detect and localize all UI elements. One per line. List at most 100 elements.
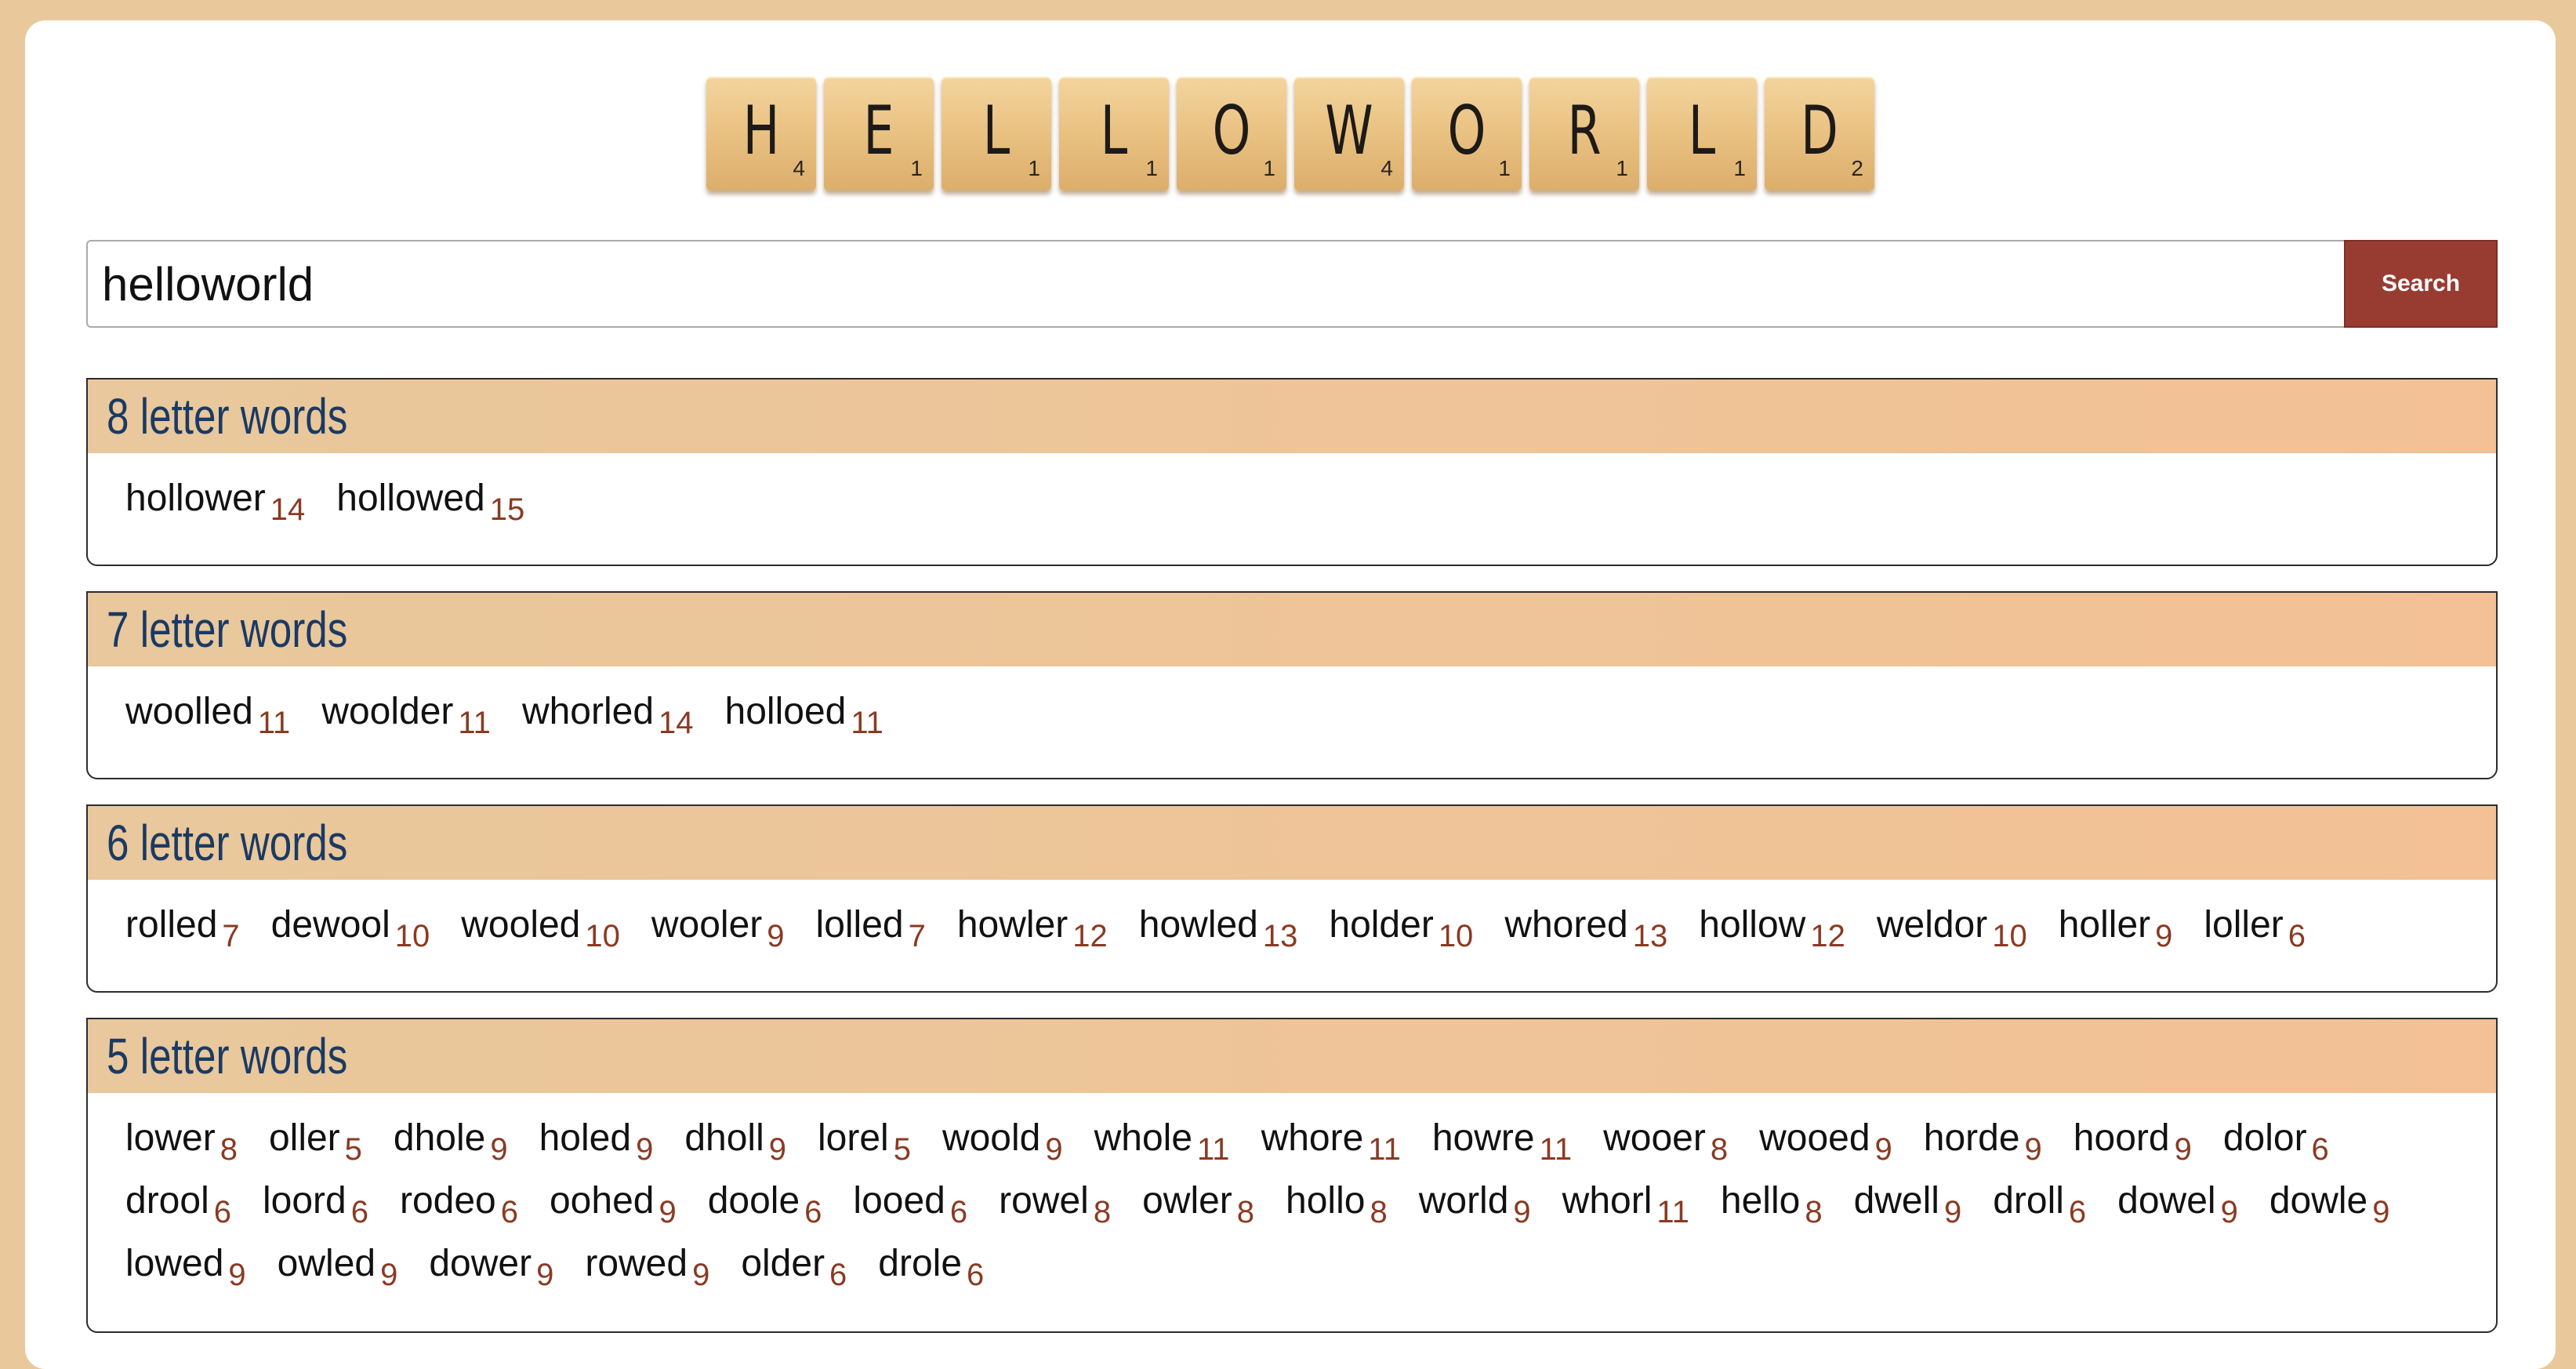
- word-item[interactable]: dewool 10: [271, 903, 430, 953]
- word-item[interactable]: woolled 11: [125, 690, 290, 740]
- word-item[interactable]: lorel 5: [817, 1117, 911, 1167]
- word-item[interactable]: lower 8: [125, 1117, 238, 1167]
- word-item[interactable]: holloed 11: [725, 690, 883, 740]
- search-button[interactable]: Search: [2344, 240, 2498, 328]
- letter-tile: L 1: [1059, 77, 1169, 191]
- word-item[interactable]: whore 11: [1261, 1117, 1401, 1167]
- word-item[interactable]: older 6: [741, 1242, 847, 1292]
- word-item[interactable]: hollow 12: [1699, 903, 1845, 953]
- word-item[interactable]: weldor 10: [1877, 903, 2027, 953]
- word-score: 9: [536, 1258, 554, 1292]
- tile-letter: W: [1325, 92, 1373, 170]
- word-item[interactable]: howled 13: [1139, 903, 1298, 953]
- word-item[interactable]: hoord 9: [2073, 1117, 2192, 1167]
- word-item[interactable]: whored 13: [1504, 903, 1667, 953]
- word-score: 12: [1810, 919, 1845, 953]
- word-item[interactable]: looed 6: [853, 1179, 967, 1229]
- word-text: dower: [429, 1243, 532, 1284]
- word-item[interactable]: dhole 9: [394, 1117, 508, 1167]
- word-score: 9: [2024, 1132, 2042, 1167]
- tile-score: 2: [1851, 156, 1863, 180]
- word-score: 6: [829, 1258, 847, 1292]
- main-card: H 4 E 1 L 1 L 1 O 1 W 4 O 1 R 1 L 1 D 2 …: [25, 20, 2556, 1369]
- tile-score: 4: [793, 156, 805, 180]
- word-item[interactable]: droll 6: [1993, 1179, 2086, 1229]
- word-item[interactable]: woold 9: [942, 1117, 1063, 1167]
- tile-score: 1: [1145, 156, 1158, 180]
- word-item[interactable]: owled 9: [278, 1242, 398, 1292]
- word-item[interactable]: dowle 9: [2269, 1179, 2390, 1229]
- word-item[interactable]: dowel 9: [2117, 1179, 2238, 1229]
- word-item[interactable]: rowed 9: [585, 1242, 709, 1292]
- word-item[interactable]: owler 8: [1142, 1179, 1254, 1229]
- tile-letter: R: [1567, 92, 1602, 170]
- word-item[interactable]: holler 9: [2059, 903, 2173, 953]
- word-score: 9: [2372, 1195, 2390, 1229]
- word-item[interactable]: howler 12: [957, 903, 1108, 953]
- word-item[interactable]: wooer 8: [1603, 1117, 1728, 1167]
- word-item[interactable]: doole 6: [708, 1179, 822, 1229]
- word-item[interactable]: oohed 9: [550, 1179, 677, 1229]
- word-score: 9: [490, 1132, 508, 1167]
- word-text: rolled: [125, 904, 218, 946]
- word-item[interactable]: hello 8: [1721, 1179, 1823, 1229]
- word-item[interactable]: dower 9: [429, 1242, 553, 1292]
- word-score: 6: [213, 1195, 231, 1229]
- word-item[interactable]: rowel 8: [999, 1179, 1111, 1229]
- word-item[interactable]: oller 5: [269, 1117, 362, 1167]
- word-item[interactable]: wooler 9: [651, 903, 785, 953]
- word-item[interactable]: whole 11: [1094, 1117, 1230, 1167]
- word-item[interactable]: rodeo 6: [400, 1179, 518, 1229]
- word-item[interactable]: dwell 9: [1854, 1179, 1962, 1229]
- word-item[interactable]: holder 10: [1329, 903, 1473, 953]
- word-score: 13: [1262, 919, 1298, 953]
- word-item[interactable]: lolled 7: [816, 903, 926, 953]
- letter-tile: L 1: [942, 77, 1051, 191]
- word-item[interactable]: drole 6: [878, 1242, 984, 1292]
- word-item[interactable]: rolled 7: [125, 903, 240, 953]
- word-score: 6: [350, 1195, 368, 1229]
- word-score: 10: [1438, 919, 1474, 953]
- word-item[interactable]: lowed 9: [125, 1242, 246, 1292]
- letter-tile: W 4: [1294, 77, 1404, 191]
- tile-letter: L: [1100, 92, 1128, 170]
- letter-tile: O 1: [1412, 77, 1522, 191]
- word-item[interactable]: hollo 8: [1286, 1179, 1388, 1229]
- word-item[interactable]: whorl 11: [1562, 1179, 1689, 1229]
- tile-letter: L: [982, 92, 1010, 170]
- word-text: hollo: [1286, 1180, 1366, 1222]
- word-item[interactable]: woolder 11: [321, 690, 491, 740]
- word-item[interactable]: dholl 9: [684, 1117, 786, 1167]
- word-text: whorled: [521, 691, 655, 732]
- word-item[interactable]: wooled 10: [461, 903, 620, 953]
- word-score: 9: [2220, 1195, 2238, 1229]
- word-score: 9: [659, 1195, 677, 1229]
- word-score: 11: [1656, 1195, 1689, 1229]
- word-item[interactable]: holed 9: [539, 1117, 654, 1167]
- word-item[interactable]: hollowed 15: [336, 477, 524, 527]
- word-item[interactable]: drool 6: [125, 1179, 231, 1229]
- word-score: 8: [1093, 1195, 1112, 1229]
- word-score: 8: [1710, 1132, 1729, 1167]
- word-score: 8: [1805, 1195, 1823, 1229]
- word-item[interactable]: loord 6: [263, 1179, 368, 1229]
- word-item[interactable]: hollower 14: [125, 477, 305, 527]
- word-item[interactable]: loller 6: [2204, 903, 2306, 953]
- word-score: 6: [2068, 1195, 2087, 1229]
- word-item[interactable]: world 9: [1419, 1179, 1531, 1229]
- word-item[interactable]: wooed 9: [1759, 1117, 1892, 1167]
- word-score: 7: [908, 919, 926, 953]
- group-8-letter-words: 8 letter words hollower 14 hollowed 15: [86, 378, 2498, 566]
- word-text: wooed: [1759, 1117, 1870, 1159]
- word-item[interactable]: howre 11: [1432, 1117, 1572, 1167]
- word-score: 9: [1513, 1195, 1531, 1229]
- group-title: 7 letter words: [107, 601, 348, 658]
- word-score: 6: [2288, 919, 2306, 953]
- word-text: dolor: [2222, 1117, 2307, 1159]
- word-text: lorel: [817, 1117, 889, 1159]
- search-input[interactable]: [86, 240, 2344, 328]
- word-item[interactable]: dolor 6: [2222, 1117, 2329, 1167]
- word-item[interactable]: whorled 14: [521, 690, 694, 740]
- word-item[interactable]: horde 9: [1924, 1117, 2042, 1167]
- word-text: rowel: [999, 1180, 1089, 1222]
